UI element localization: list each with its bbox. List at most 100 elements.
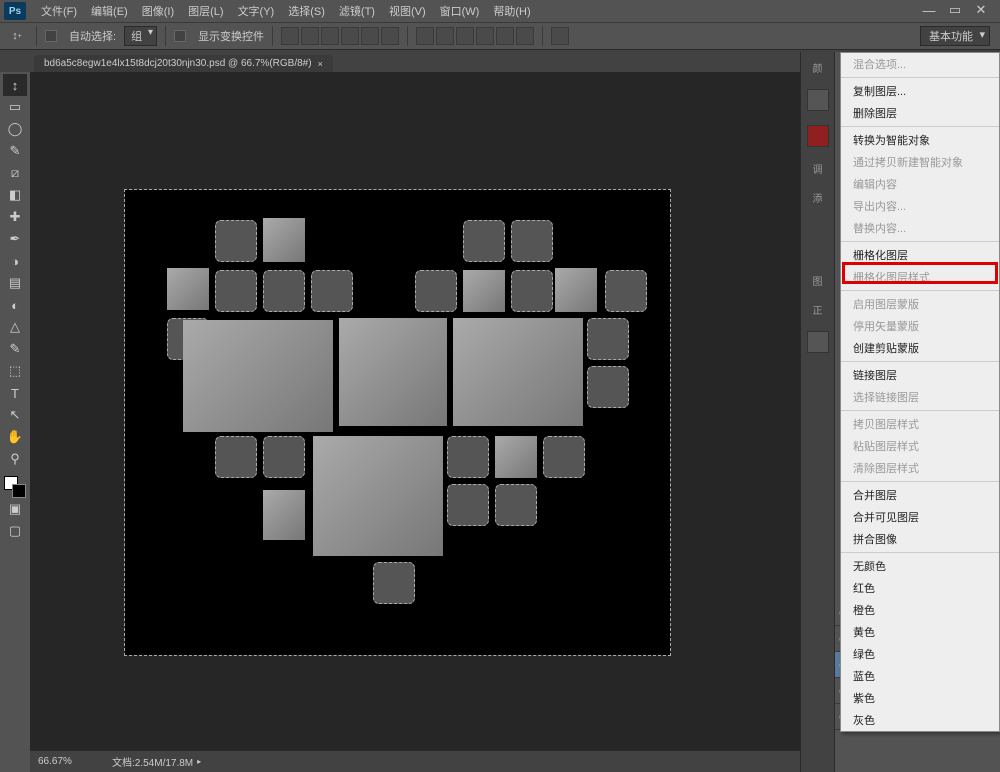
dist-icon[interactable] — [516, 27, 534, 45]
menu-edit[interactable]: 编辑(E) — [84, 3, 135, 19]
collage-cell[interactable] — [263, 270, 305, 312]
collage-image[interactable] — [339, 318, 447, 426]
menu-help[interactable]: 帮助(H) — [486, 3, 537, 19]
collage-cell[interactable] — [463, 220, 505, 262]
collage-image[interactable] — [495, 436, 537, 478]
context-menu-item[interactable]: 橙色 — [841, 599, 999, 621]
context-menu-item[interactable]: 拼合图像 — [841, 528, 999, 550]
menu-select[interactable]: 选择(S) — [281, 3, 332, 19]
collage-image[interactable] — [167, 268, 209, 310]
move-tool[interactable]: ↕ — [3, 74, 27, 96]
collage-cell[interactable] — [587, 318, 629, 360]
auto-select-checkbox[interactable] — [45, 30, 57, 42]
document-info[interactable]: 文档:2.54M/17.8M — [112, 754, 193, 769]
marquee-tool[interactable]: ▭ — [3, 96, 27, 118]
context-menu-item[interactable]: 黄色 — [841, 621, 999, 643]
document-tab[interactable]: bd6a5c8egw1e4lx15t8dcj20t30njn30.psd @ 6… — [34, 55, 333, 72]
align-icon[interactable] — [321, 27, 339, 45]
collage-image[interactable] — [453, 318, 583, 426]
dist-icon[interactable] — [416, 27, 434, 45]
menu-view[interactable]: 视图(V) — [382, 3, 433, 19]
canvas-area[interactable] — [30, 72, 800, 750]
panel-add-label[interactable]: 添 — [813, 190, 823, 205]
context-menu-item[interactable]: 绿色 — [841, 643, 999, 665]
collage-image[interactable] — [555, 268, 597, 312]
zoom-level[interactable]: 66.67% — [38, 756, 98, 767]
collage-cell[interactable] — [511, 220, 553, 262]
menu-image[interactable]: 图像(I) — [135, 3, 181, 19]
tab-close-icon[interactable]: × — [318, 59, 323, 69]
menu-file[interactable]: 文件(F) — [34, 3, 84, 19]
align-icon[interactable] — [361, 27, 379, 45]
color-swatch[interactable] — [4, 476, 26, 498]
collage-cell[interactable] — [511, 270, 553, 312]
context-menu-item[interactable]: 栅格化图层 — [841, 244, 999, 266]
context-menu-item[interactable]: 灰色 — [841, 709, 999, 731]
panel-normal-label[interactable]: 正 — [813, 302, 823, 317]
eraser-tool[interactable]: ◐ — [3, 294, 27, 316]
eyedropper-tool[interactable]: ◧ — [3, 184, 27, 206]
collage-cell[interactable] — [215, 220, 257, 262]
context-menu-item[interactable]: 删除图层 — [841, 102, 999, 124]
collage-image[interactable] — [463, 270, 505, 312]
collage-cell[interactable] — [447, 484, 489, 526]
document-canvas[interactable] — [125, 190, 670, 655]
dodge-tool[interactable]: ⬚ — [3, 360, 27, 382]
align-icon[interactable] — [341, 27, 359, 45]
stamp-tool[interactable]: ◑ — [3, 250, 27, 272]
menu-window[interactable]: 窗口(W) — [433, 3, 487, 19]
lock-icon[interactable] — [807, 331, 829, 353]
blur-tool[interactable]: ✎ — [3, 338, 27, 360]
context-menu-item[interactable]: 链接图层 — [841, 364, 999, 386]
minimize-button[interactable]: — — [916, 2, 942, 18]
brush-tool[interactable]: ✒ — [3, 228, 27, 250]
context-menu-item[interactable]: 创建剪贴蒙版 — [841, 337, 999, 359]
collage-image[interactable] — [263, 490, 305, 540]
context-menu-item[interactable]: 无颜色 — [841, 555, 999, 577]
collage-image[interactable] — [263, 218, 305, 262]
panel-icon[interactable] — [807, 89, 829, 111]
collage-cell[interactable] — [215, 436, 257, 478]
collage-cell[interactable] — [415, 270, 457, 312]
menu-filter[interactable]: 滤镜(T) — [332, 3, 382, 19]
dist-icon[interactable] — [476, 27, 494, 45]
close-button[interactable]: ✕ — [968, 2, 994, 18]
collage-cell[interactable] — [447, 436, 489, 478]
collage-cell[interactable] — [215, 270, 257, 312]
panel-color-label[interactable]: 颜 — [813, 60, 823, 75]
history-brush-tool[interactable]: ▤ — [3, 272, 27, 294]
context-menu-item[interactable]: 蓝色 — [841, 665, 999, 687]
zoom-tool[interactable]: ⚲ — [3, 448, 27, 470]
menu-layer[interactable]: 图层(L) — [181, 3, 230, 19]
quickmask-tool[interactable]: ▣ — [3, 498, 27, 520]
show-transform-checkbox[interactable] — [174, 30, 186, 42]
collage-cell[interactable] — [373, 562, 415, 604]
align-icon[interactable] — [381, 27, 399, 45]
auto-select-target-dropdown[interactable]: 组 — [124, 26, 157, 46]
collage-image[interactable] — [313, 436, 443, 556]
context-menu-item[interactable]: 复制图层... — [841, 80, 999, 102]
collage-cell[interactable] — [587, 366, 629, 408]
collage-cell[interactable] — [543, 436, 585, 478]
dist-icon[interactable] — [456, 27, 474, 45]
panel-icon[interactable] — [807, 125, 829, 147]
context-menu-item[interactable]: 转换为智能对象 — [841, 129, 999, 151]
crop-tool[interactable]: ⧄ — [3, 162, 27, 184]
collage-cell[interactable] — [263, 436, 305, 478]
context-menu-item[interactable]: 合并可见图层 — [841, 506, 999, 528]
docinfo-arrow-icon[interactable]: ▸ — [197, 757, 201, 766]
move-tool-icon[interactable]: ↕+ — [6, 27, 28, 45]
type-tool[interactable]: T — [3, 382, 27, 404]
align-icon[interactable] — [301, 27, 319, 45]
workspace-dropdown[interactable]: 基本功能 — [920, 26, 990, 46]
heal-tool[interactable]: ✚ — [3, 206, 27, 228]
collage-cell[interactable] — [311, 270, 353, 312]
path-tool[interactable]: ↖ — [3, 404, 27, 426]
screenmode-tool[interactable]: ▢ — [3, 520, 27, 542]
dist-icon[interactable] — [436, 27, 454, 45]
panel-layers-label[interactable]: 图 — [813, 273, 823, 288]
restore-button[interactable]: ▭ — [942, 2, 968, 18]
menu-type[interactable]: 文字(Y) — [231, 3, 282, 19]
collage-image[interactable] — [183, 320, 333, 432]
panel-adjust-label[interactable]: 调 — [813, 161, 823, 176]
